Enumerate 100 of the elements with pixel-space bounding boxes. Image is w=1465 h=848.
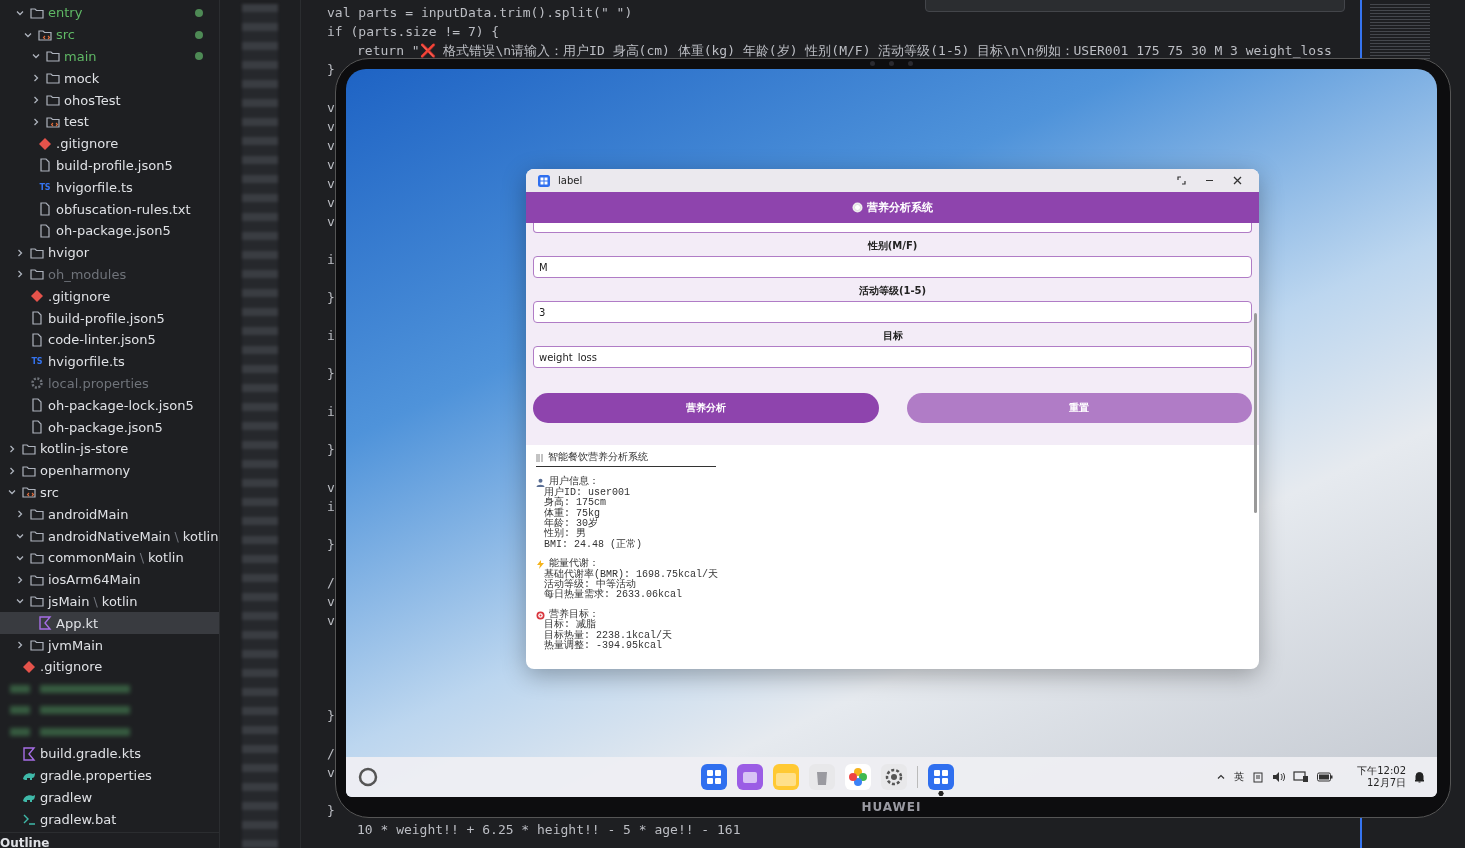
tree-item[interactable]: gradle.properties <box>0 764 219 787</box>
tree-label: kotlin <box>182 528 219 544</box>
result-title: 智能餐饮营养分析系统 <box>548 453 648 464</box>
camera-dot <box>888 61 894 66</box>
tree-label: main <box>64 49 97 64</box>
tree-item[interactable]: code-linter.json5 <box>0 328 219 351</box>
code-line: v <box>327 194 335 210</box>
input-field[interactable]: weight_loss <box>533 346 1252 368</box>
folder-icon <box>46 71 60 86</box>
tree-item[interactable]: src <box>0 23 219 46</box>
analyze-button[interactable]: 营养分析 <box>533 393 879 423</box>
tree-item[interactable]: .gitignore <box>0 132 219 155</box>
tree-item[interactable]: App.kt <box>0 612 219 635</box>
tree-item[interactable]: openharmony <box>0 459 219 482</box>
tree-item[interactable]: entry <box>0 2 219 24</box>
code-line: i <box>327 327 335 343</box>
folder-icon <box>38 27 52 42</box>
tree-item[interactable]: .gitignore <box>0 655 219 678</box>
tree-label: commonMain <box>48 550 136 566</box>
tree-label: kotlin <box>148 550 184 566</box>
tree-label: build.gradle.kts <box>40 746 142 762</box>
tree-item[interactable]: obfuscation-rules.txt <box>0 198 219 220</box>
code-line: 10 * weight!! + 6.25 * height!! - 5 * age!! - 161 <box>357 821 741 837</box>
input-field[interactable] <box>533 223 1252 233</box>
restore-icon <box>1176 176 1186 185</box>
tree-item[interactable]: oh-package.json5 <box>0 416 219 438</box>
code-line: } <box>327 707 335 723</box>
tree-item[interactable]: oh-package.json5 <box>0 219 219 242</box>
cutlery-icon <box>536 454 544 463</box>
result-line: BMI: 24.48 (正常) <box>544 538 642 550</box>
result-line: 性别: 男 <box>544 528 586 540</box>
tree-label: src <box>40 484 59 500</box>
tree-item[interactable]: iosArm64Main <box>0 568 219 591</box>
speaker-icon[interactable] <box>1272 771 1286 783</box>
tree-item[interactable]: mock <box>0 67 219 90</box>
field-label: 目标 <box>881 329 904 343</box>
folder-icon <box>22 463 36 478</box>
tree-label: oh-package.json5 <box>56 223 171 239</box>
code-line: v <box>327 175 335 191</box>
tree-item[interactable]: build.gradle.kts <box>0 743 219 765</box>
tree-item[interactable]: TS hvigorfile.ts <box>0 176 219 199</box>
tree-item[interactable]: build-profile.json5 <box>0 307 219 329</box>
folder-icon <box>30 529 44 543</box>
tree-item[interactable]: main <box>0 45 219 68</box>
path-separator: \ <box>174 528 179 544</box>
dock-app-button[interactable] <box>927 764 954 796</box>
app-grid-icon <box>700 764 727 790</box>
code-line: val parts = inputData.trim().split(" ") <box>327 4 633 20</box>
code-line: } <box>327 61 335 77</box>
tree-item[interactable]: gradlew.bat <box>0 808 219 831</box>
result-line: 目标: 减脂 <box>544 619 596 631</box>
tree-item[interactable]: androidMain <box>0 503 219 526</box>
tree-item[interactable]: TS hvigorfile.ts <box>0 350 219 373</box>
tree-item[interactable]: src <box>0 481 219 504</box>
tree-label: gradle.properties <box>40 768 152 784</box>
input-field[interactable]: M <box>533 256 1252 278</box>
ts-file-icon: TS <box>38 182 52 192</box>
code-line: / <box>327 574 335 590</box>
result-line: 基础代谢率(BMR): 1698.75kcal/天 <box>544 568 719 580</box>
code-line: v <box>327 156 335 172</box>
tree-label: jvmMain <box>48 637 103 653</box>
circle-icon[interactable] <box>358 767 378 787</box>
tree-item[interactable]: oh-package-lock.json5 <box>0 394 219 417</box>
tree-item[interactable]: androidNativeMain \ kotlin <box>0 525 219 547</box>
chevron-up-icon[interactable] <box>1216 772 1227 782</box>
camera-dot <box>869 61 875 66</box>
tree-item[interactable]: commonMain \ kotlin <box>0 546 219 569</box>
tree-item[interactable]: test <box>0 111 219 133</box>
app-title: 营养分析系统 <box>867 200 933 215</box>
tree-label: App.kt <box>56 615 99 631</box>
folder-icon <box>30 638 44 652</box>
tree-item[interactable]: gradlew <box>0 786 219 809</box>
code-line: v <box>327 118 335 134</box>
tree-item[interactable]: ohosTest <box>0 89 219 111</box>
clipboard-icon[interactable] <box>1252 771 1265 783</box>
clock[interactable]: 下午12:02 12月7日 <box>1357 765 1406 789</box>
tree-item[interactable]: build-profile.json5 <box>0 154 219 177</box>
code-line: } <box>327 536 335 552</box>
tree-item[interactable]: kotlin-js-store <box>0 437 219 460</box>
code-line: v <box>327 479 335 495</box>
battery-icon[interactable] <box>1317 772 1334 782</box>
file-icon <box>30 398 44 413</box>
input-field[interactable]: 3 <box>533 301 1252 323</box>
tree-label: oh-package.json5 <box>48 419 163 435</box>
tree-item[interactable]: oh_modules <box>0 263 219 286</box>
scrollbar[interactable] <box>1254 313 1257 513</box>
monitor-icon[interactable] <box>1293 771 1310 783</box>
tree-item[interactable]: .gitignore <box>0 285 219 308</box>
tree-label: oh_modules <box>48 266 127 282</box>
tree-item[interactable]: jvmMain <box>0 634 219 656</box>
tree-item[interactable]: hvigor <box>0 241 219 264</box>
code-line: v <box>327 213 335 229</box>
tree-item[interactable]: jsMain \ kotlin <box>0 590 219 613</box>
input-method[interactable]: 英 <box>1234 770 1245 784</box>
tree-label: androidMain <box>48 506 129 522</box>
tree-label: gradlew <box>40 790 93 806</box>
folder-icon <box>46 49 60 64</box>
code-line: v <box>327 612 335 628</box>
bell-icon[interactable] <box>1414 771 1425 783</box>
lightning-icon <box>536 559 545 569</box>
